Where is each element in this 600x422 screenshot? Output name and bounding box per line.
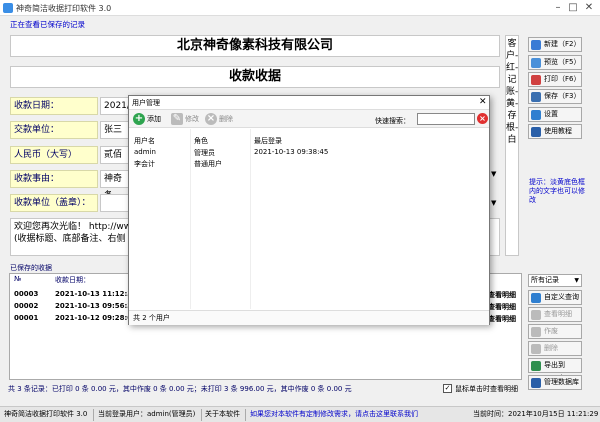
chevron-down-icon: ▼ [574,277,579,284]
row-date[interactable]: 2021-10-13 09:56:3 [55,302,132,310]
void-button[interactable]: 作废 [528,324,582,339]
close-button[interactable]: ✕ [582,1,596,15]
user-management-dialog[interactable]: 用户管理 ✕ + 添加 ✎ 修改 × 删除 快速搜索： × 用户名 角色 最后登… [128,95,490,325]
details-icon [531,310,541,320]
edit-user-button[interactable]: ✎ 修改 [171,113,199,125]
copy-distribution-column[interactable]: 客户-红-记账-黄-存根-白 [505,35,519,256]
status-current-time: 当前时间：2021年10月15日 11:21:29 [473,410,599,418]
preview-icon [531,58,541,68]
stamp-label[interactable]: 收款单位（盖章）： [10,194,98,212]
database-icon [531,378,541,388]
print-button[interactable]: 打印（F6） [528,72,582,87]
payer-field[interactable]: 张三 [100,121,130,139]
company-name-field[interactable]: 北京神奇像素科技有限公司 [10,35,500,57]
quick-search-input[interactable] [417,113,475,125]
row-date[interactable]: 2021-10-13 11:12:3 [55,290,132,298]
column-header-no[interactable]: № [14,275,21,283]
date-field[interactable]: 2021/ [100,97,130,115]
gear-icon [531,110,541,120]
window-title: 神奇简洁收据打印软件 3.0 [16,4,112,13]
save-icon [531,92,541,102]
user-last-login-cell[interactable]: 2021-10-13 09:38:45 [254,148,328,156]
minimize-button[interactable]: – [551,1,565,15]
status-separator [93,409,94,421]
row-view-details[interactable]: 查看明细 [488,302,516,312]
dialog-toolbar: + 添加 ✎ 修改 × 删除 快速搜索： × [129,110,489,128]
status-app-name: 神奇简洁收据打印软件 3.0 [4,410,88,418]
user-role-cell[interactable]: 普通用户 [194,159,222,169]
manage-database-button[interactable]: 管理数据库 [528,375,582,390]
delete-icon [531,344,541,354]
search-icon [531,293,541,303]
reason-field[interactable]: 神奇条 [100,170,130,201]
app-icon [3,3,13,13]
dialog-title: 用户管理 [129,96,489,110]
row-no[interactable]: 00001 [14,314,38,322]
stamp-dropdown-icon[interactable]: ▼ [491,199,496,207]
clear-search-icon[interactable]: × [477,113,488,124]
amount-uppercase-field[interactable]: 贰佰 [100,146,130,164]
tutorial-button[interactable]: 使用教程 [528,124,582,139]
preview-button[interactable]: 预览（F5） [528,55,582,70]
records-filter-select[interactable]: 所有记录 ▼ [528,274,582,287]
users-grid[interactable]: 用户名 角色 最后登录 admin 管理员 2021-10-13 09:38:4… [130,129,488,309]
contact-custom-link[interactable]: 如果您对本软件有定制修改需求，请点击这里联系我们 [250,407,418,422]
custom-query-button[interactable]: 自定义查询 [528,290,582,305]
grid-divider [250,129,251,309]
dialog-footer-count: 共 2 个用户 [129,310,489,325]
new-icon [531,40,541,50]
delete-record-button[interactable]: 删除 [528,341,582,356]
void-icon [531,327,541,337]
payer-label[interactable]: 交款单位： [10,121,98,139]
add-user-button[interactable]: + 添加 [133,113,161,125]
view-status-text: 正在查看已保存的记录 [10,20,85,29]
view-details-button[interactable]: 查看明细 [528,307,582,322]
saved-receipts-label: 已保存的收据 [10,264,52,272]
row-date[interactable]: 2021-10-12 09:28:0 [55,314,132,322]
new-button[interactable]: 新建（F2） [528,37,582,52]
status-separator [245,409,246,421]
status-separator [201,409,202,421]
column-header-role[interactable]: 角色 [194,136,208,146]
plus-icon: + [133,113,145,125]
row-view-details[interactable]: 查看明细 [488,290,516,300]
dialog-close-icon[interactable]: ✕ [479,97,487,107]
amount-uppercase-label[interactable]: 人民币（大写） [10,146,98,164]
pencil-icon: ✎ [171,113,183,125]
receipt-title-field[interactable]: 收款收据 [10,66,500,88]
status-current-user: 当前登录用户：admin(管理员) [98,410,196,418]
row-view-details[interactable]: 查看明细 [488,314,516,324]
close-icon: × [205,113,217,125]
reason-dropdown-icon[interactable]: ▼ [491,170,496,178]
row-no[interactable]: 00003 [14,290,38,298]
user-name-cell[interactable]: 李会计 [134,159,155,169]
printer-icon [531,75,541,85]
status-bar: 神奇简洁收据打印软件 3.0 当前登录用户：admin(管理员) 关于本软件 如… [0,406,600,422]
export-excel-button[interactable]: 导出到Excel [528,358,582,382]
click-view-details-label: 鼠标单击时查看明细 [455,385,518,393]
date-label[interactable]: 收款日期： [10,97,98,115]
user-role-cell[interactable]: 管理员 [194,148,215,158]
book-icon [531,127,541,137]
maximize-button[interactable]: □ [566,1,580,15]
column-header-username[interactable]: 用户名 [134,136,155,146]
user-name-cell[interactable]: admin [134,148,156,156]
reason-label[interactable]: 收款事由： [10,170,98,188]
column-header-date[interactable]: 收款日期： [55,275,90,285]
quick-search-label: 快速搜索： [375,117,410,125]
row-no[interactable]: 00002 [14,302,38,310]
grid-divider [190,129,191,309]
title-bar: 神奇简洁收据打印软件 3.0 – □ ✕ [0,0,600,16]
hint-text: 提示：淡黄底色框内的文字也可以修改 [529,178,585,204]
records-summary: 共 3 条记录：已打印 0 条 0.00 元，其中作废 0 条 0.00 元；未… [8,385,352,393]
stamp-field[interactable] [100,194,130,212]
delete-user-button[interactable]: × 删除 [205,113,233,125]
about-link[interactable]: 关于本软件 [205,407,240,422]
click-view-details-checkbox[interactable]: ✓ [443,384,452,393]
column-header-last-login[interactable]: 最后登录 [254,136,282,146]
save-button[interactable]: 保存（F3） [528,89,582,104]
settings-button[interactable]: 设置 [528,107,582,122]
excel-icon [531,361,541,371]
